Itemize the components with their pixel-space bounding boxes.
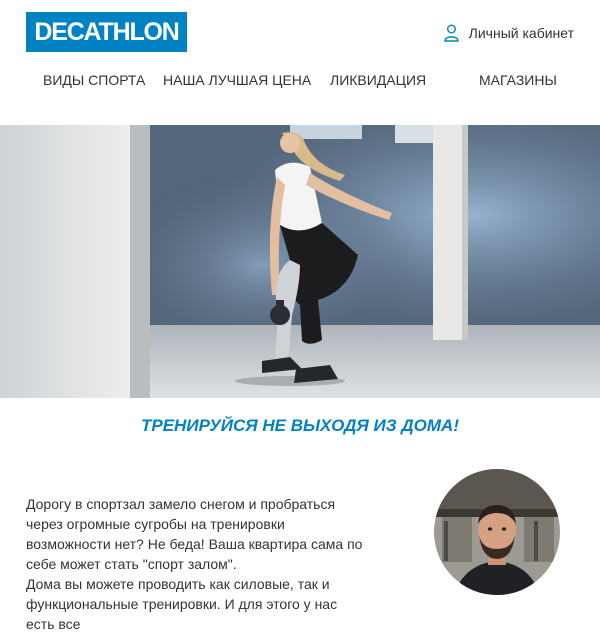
paragraph-home-training: Дома вы можете проводить как силовые, та… xyxy=(26,576,338,632)
main-nav: ВИДЫ СПОРТА НАША ЛУЧШАЯ ЦЕНА ЛИКВИДАЦИЯ … xyxy=(0,72,600,92)
nav-item-best-price[interactable]: НАША ЛУЧШАЯ ЦЕНА xyxy=(163,72,311,88)
account-label: Личный кабинет xyxy=(468,25,574,41)
nav-item-sports[interactable]: ВИДЫ СПОРТА xyxy=(43,72,145,88)
article-body: Дорогу в спортзал замело снегом и пробра… xyxy=(26,494,366,634)
decathlon-logo[interactable]: DECATHLON xyxy=(26,12,187,52)
hero-photo xyxy=(0,125,600,398)
coach-avatar xyxy=(434,469,560,595)
hero-banner[interactable] xyxy=(0,125,600,398)
nav-item-clearance[interactable]: ЛИКВИДАЦИЯ xyxy=(330,72,426,88)
nav-item-stores[interactable]: МАГАЗИНЫ xyxy=(479,72,557,88)
user-icon xyxy=(443,24,459,42)
logo-text: DECATHLON xyxy=(34,17,179,46)
page-headline: ТРЕНИРУЙСЯ НЕ ВЫХОДЯ ИЗ ДОМА! xyxy=(141,416,459,435)
paragraph-intro: Дорогу в спортзал замело снегом и пробра… xyxy=(26,496,363,572)
account-link[interactable]: Личный кабинет xyxy=(443,24,574,42)
coach-photo xyxy=(434,469,560,595)
